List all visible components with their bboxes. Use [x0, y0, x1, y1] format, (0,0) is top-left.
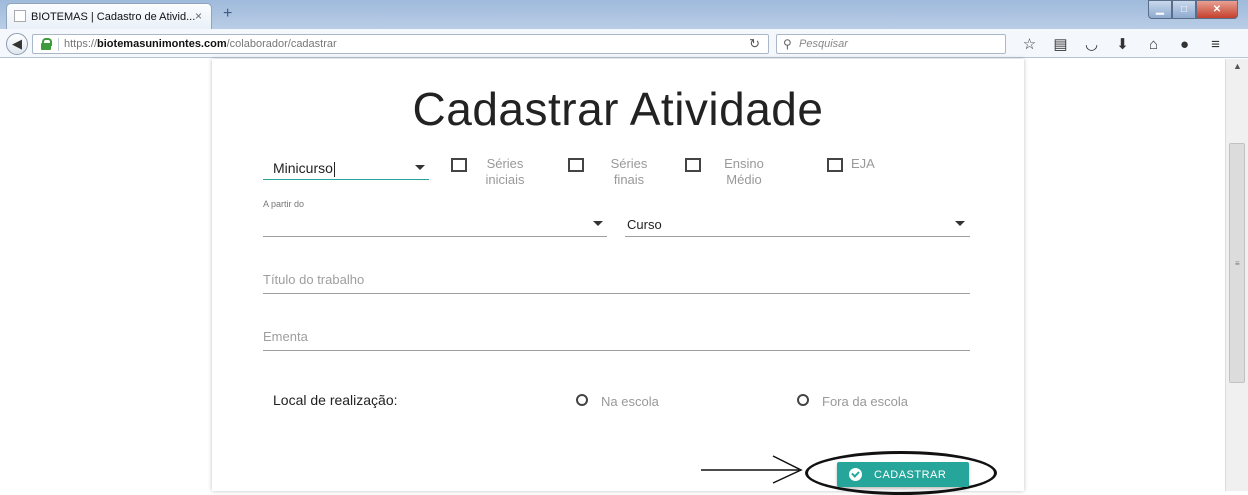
curso-value: Curso	[627, 217, 662, 232]
label-line2: finais	[613, 172, 645, 187]
radio-label-fora-da-escola: Fora da escola	[822, 394, 908, 409]
chat-icon[interactable]: ●	[1169, 35, 1200, 53]
titulo-input[interactable]: Título do trabalho	[263, 266, 970, 294]
page-viewport: Cadastrar Atividade Minicurso Séries inic…	[0, 59, 1225, 495]
back-arrow-icon: ◀	[12, 36, 22, 51]
titulo-placeholder: Título do trabalho	[263, 272, 365, 287]
apartir-select[interactable]	[263, 209, 607, 237]
checkbox-series-iniciais[interactable]	[451, 158, 467, 172]
modality-text: Minicurso	[273, 160, 333, 176]
maximize-button[interactable]: □	[1172, 0, 1196, 19]
tab-title: BIOTEMAS | Cadastro de Ativid...	[31, 11, 196, 23]
chevron-down-icon	[955, 221, 965, 226]
tab-close-icon[interactable]: ×	[195, 9, 202, 23]
url-prefix: https://	[64, 38, 98, 50]
ementa-input[interactable]: Ementa	[263, 323, 970, 351]
pocket-icon[interactable]: ◡	[1076, 35, 1107, 53]
new-tab-icon[interactable]: +	[223, 5, 232, 23]
scrollbar-thumb[interactable]: ≡	[1229, 143, 1245, 383]
chevron-down-icon	[415, 165, 425, 170]
url-domain: biotemasunimontes.com	[97, 38, 227, 50]
navigation-bar: ◀ https://biotemasunimontes.com/colabora…	[0, 29, 1248, 58]
vertical-scrollbar[interactable]: ▲ ≡	[1225, 59, 1248, 491]
chevron-down-icon	[593, 221, 603, 226]
url-bar[interactable]: https://biotemasunimontes.com/colaborado…	[32, 34, 769, 54]
checkbox-label-ensino-medio: Ensino Médio	[721, 156, 767, 188]
home-icon[interactable]: ⌂	[1138, 35, 1169, 53]
tab-favicon	[14, 10, 26, 22]
checkbox-label-series-iniciais: Séries iniciais	[482, 156, 528, 188]
checkbox-series-finais[interactable]	[568, 158, 584, 172]
lock-icon	[41, 38, 52, 50]
cadastrar-button[interactable]: CADASTRAR	[837, 462, 969, 487]
label-line2: Médio	[726, 172, 762, 187]
modality-select[interactable]: Minicurso	[263, 154, 429, 180]
annotation-arrow-icon	[701, 455, 803, 484]
download-icon[interactable]: ⬇	[1107, 35, 1138, 53]
tab-strip: BIOTEMAS | Cadastro de Ativid... × + ▁ □…	[0, 0, 1248, 29]
form-card: Cadastrar Atividade Minicurso Séries inic…	[212, 59, 1024, 495]
ementa-placeholder: Ementa	[263, 329, 308, 344]
window-controls: ▁ □ ✕	[1148, 0, 1238, 19]
page-title: Cadastrar Atividade	[412, 83, 824, 135]
minimize-button[interactable]: ▁	[1148, 0, 1172, 19]
back-button[interactable]: ◀	[6, 33, 28, 55]
reload-icon[interactable]: ↻	[749, 36, 760, 52]
titulo-underline	[263, 293, 970, 294]
url-path: /colaborador/cadastrar	[226, 38, 337, 50]
label-line1: EJA	[851, 156, 875, 171]
curso-select[interactable]: Curso	[625, 209, 970, 237]
radio-na-escola[interactable]	[576, 394, 588, 406]
radio-label-na-escola: Na escola	[601, 394, 659, 409]
radio-fora-da-escola[interactable]	[797, 394, 809, 406]
checkbox-ensino-medio[interactable]	[685, 158, 701, 172]
grip-icon: ≡	[1235, 259, 1240, 268]
search-bar[interactable]: ⚲ Pesquisar	[776, 34, 1006, 54]
curso-underline	[625, 236, 970, 237]
star-icon[interactable]: ☆	[1014, 35, 1045, 53]
label-line1: Séries	[486, 156, 524, 171]
reading-list-icon[interactable]: ▤	[1045, 35, 1076, 53]
apartir-label: A partir do	[263, 199, 305, 209]
modality-value: Minicurso	[273, 160, 335, 177]
label-line1: Ensino	[724, 156, 764, 171]
url-text: https://biotemasunimontes.com/colaborado…	[64, 38, 337, 50]
check-circle-icon	[849, 468, 862, 481]
checkbox-eja[interactable]	[827, 158, 843, 172]
toolbar-icons: ☆ ▤ ◡ ⬇ ⌂ ● ≡	[1014, 35, 1231, 54]
browser-tab[interactable]: BIOTEMAS | Cadastro de Ativid... ×	[6, 3, 212, 29]
ementa-underline	[263, 350, 970, 351]
cadastrar-label: CADASTRAR	[874, 468, 947, 481]
close-window-button[interactable]: ✕	[1196, 0, 1238, 19]
url-separator	[58, 38, 59, 51]
search-placeholder: Pesquisar	[799, 38, 848, 50]
menu-icon[interactable]: ≡	[1200, 35, 1231, 53]
label-line1: Séries	[610, 156, 648, 171]
scroll-up-icon[interactable]: ▲	[1233, 61, 1242, 71]
search-icon: ⚲	[783, 37, 792, 51]
apartir-underline	[263, 236, 607, 237]
text-cursor	[333, 161, 335, 177]
checkbox-label-eja: EJA	[851, 156, 881, 172]
local-label: Local de realização:	[273, 392, 398, 408]
label-line2: iniciais	[485, 172, 525, 187]
checkbox-label-series-finais: Séries finais	[606, 156, 652, 188]
